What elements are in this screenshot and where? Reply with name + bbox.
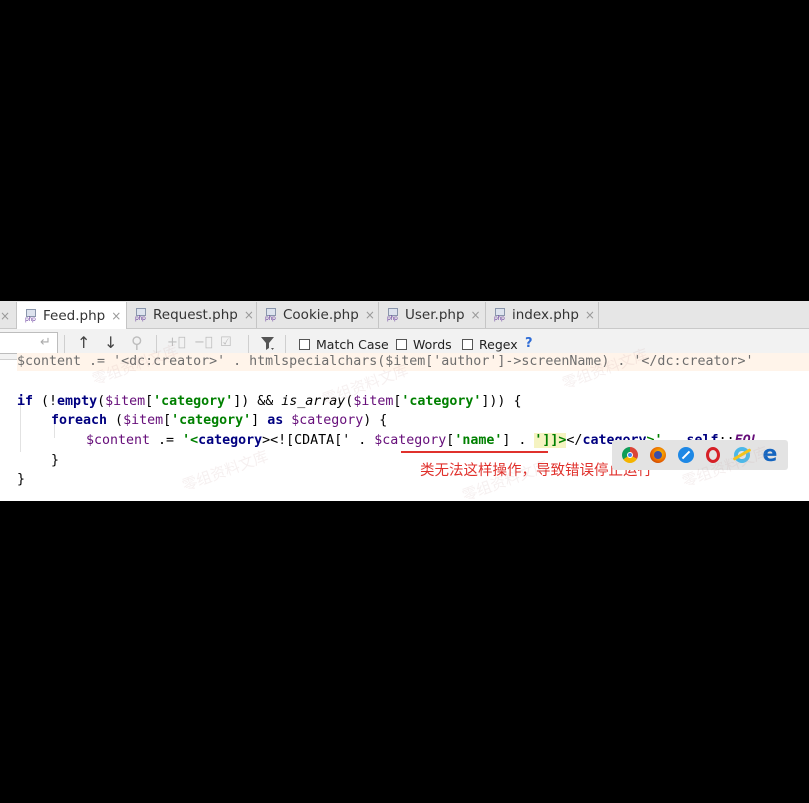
tab-cookie-php[interactable]: php Cookie.php × [257, 302, 379, 328]
code-line-close-if: } [17, 472, 26, 487]
toolbar-divider [248, 335, 249, 353]
tab-index-php[interactable]: php index.php × [486, 302, 599, 328]
help-icon[interactable]: ? [525, 336, 533, 351]
php-file-icon: php [494, 308, 507, 322]
close-icon[interactable]: × [0, 309, 10, 323]
enter-icon[interactable]: ↵ [40, 335, 51, 350]
tab-label: Cookie.php [283, 307, 359, 323]
tab-label: Request.php [153, 307, 238, 323]
select-all-occurrences-icon[interactable]: ☑ [220, 334, 232, 352]
checkbox-box[interactable] [462, 339, 473, 350]
previous-occurrence-icon[interactable]: ↑ [77, 334, 90, 352]
checkbox-box[interactable] [396, 339, 407, 350]
toolbar-divider [64, 335, 65, 353]
close-icon[interactable]: × [585, 308, 595, 322]
ide-screenshot: × php Feed.php × php Request.php × php C… [0, 301, 809, 501]
internet-explorer-icon[interactable] [732, 447, 752, 463]
code-line-partial: $content .= '<dc:creator>' . htmlspecial… [17, 353, 809, 371]
edge-icon[interactable]: e [762, 444, 778, 466]
code-editor[interactable]: $content .= '<dc:creator>' . htmlspecial… [0, 341, 809, 501]
firefox-icon[interactable] [650, 447, 666, 463]
match-case-checkbox[interactable]: Match Case [299, 337, 389, 352]
toolbar-divider [156, 335, 157, 353]
chrome-icon[interactable] [622, 447, 638, 463]
php-file-icon: php [265, 308, 278, 322]
editor-tab-bar: × php Feed.php × php Request.php × php C… [0, 301, 809, 329]
safari-icon[interactable] [678, 447, 694, 463]
tab-request-php[interactable]: php Request.php × [127, 302, 257, 328]
php-file-icon: php [135, 308, 148, 322]
browser-preview-popup: e [612, 440, 788, 470]
php-file-icon: php [25, 308, 38, 323]
tab-user-php[interactable]: php User.php × [379, 302, 486, 328]
tab-feed-php[interactable]: php Feed.php × [16, 302, 127, 329]
close-icon[interactable]: × [365, 308, 375, 322]
tab-label: User.php [405, 307, 465, 323]
regex-label: Regex [479, 337, 518, 352]
close-icon[interactable]: × [244, 308, 254, 322]
find-all-icon[interactable]: ⚲ [131, 334, 143, 352]
words-label: Words [413, 337, 452, 352]
regex-checkbox[interactable]: Regex [462, 337, 518, 352]
remove-selection-icon[interactable]: −⃞ [194, 334, 213, 352]
tab-label: index.php [512, 307, 579, 323]
add-selection-icon[interactable]: +⃞ [167, 334, 186, 352]
checkbox-box[interactable] [299, 339, 310, 350]
code-line-foreach: foreach ($item['category'] as $category)… [51, 413, 388, 428]
toolbar-divider [285, 335, 286, 353]
next-occurrence-icon[interactable]: ↓ [104, 334, 117, 352]
match-case-label: Match Case [316, 337, 389, 352]
code-line-if: if (!empty($item['category']) && is_arra… [17, 394, 522, 409]
code-line-close-foreach: } [51, 453, 60, 468]
tab-label: Feed.php [43, 307, 106, 324]
error-underline [401, 451, 548, 453]
words-checkbox[interactable]: Words [396, 337, 452, 352]
close-icon[interactable]: × [471, 308, 481, 322]
opera-icon[interactable] [706, 447, 720, 463]
php-file-icon: php [387, 308, 400, 322]
close-icon[interactable]: × [111, 309, 121, 323]
